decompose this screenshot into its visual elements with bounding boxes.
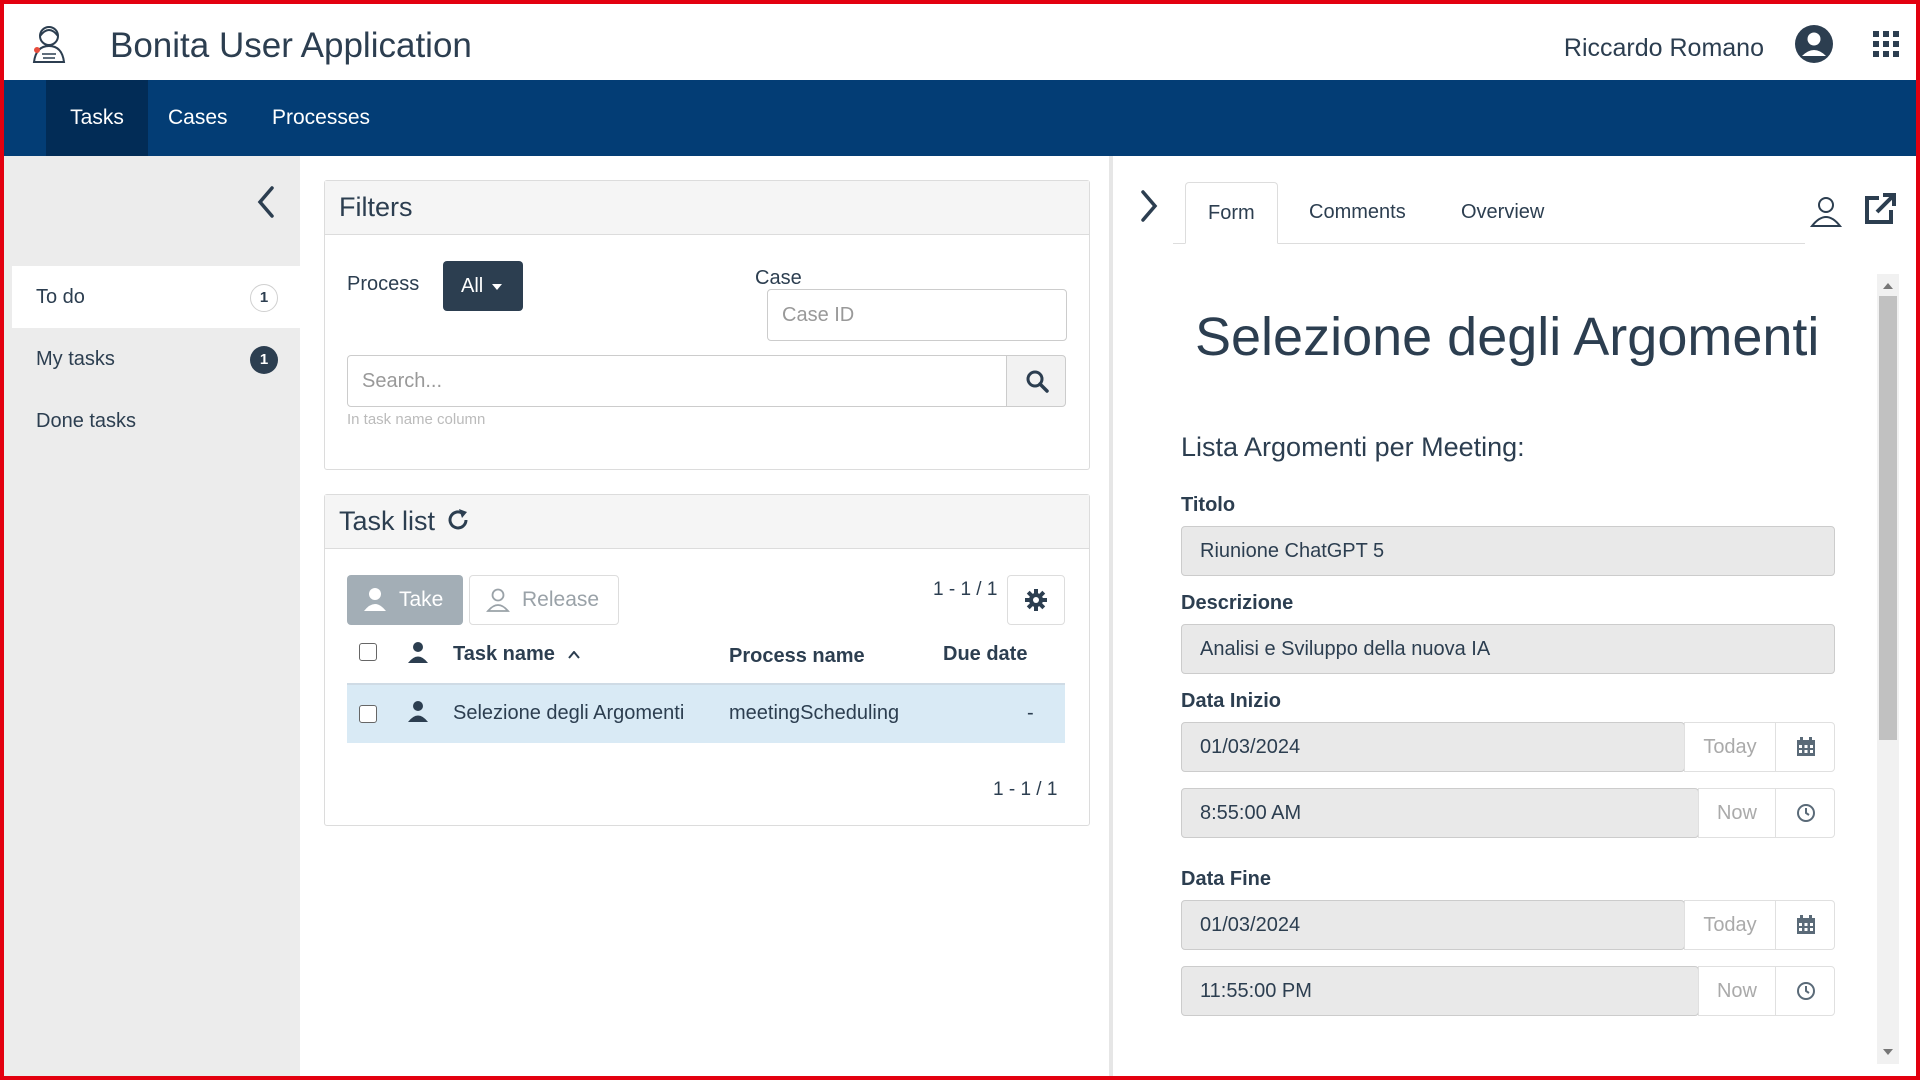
process-filter-dropdown[interactable]: All <box>443 261 523 311</box>
case-id-input[interactable]: Case ID <box>767 289 1067 341</box>
task-name-cell[interactable]: Selezione degli Argomenti <box>453 702 684 725</box>
user-account-icon[interactable] <box>1794 24 1834 64</box>
calendar-icon <box>1797 915 1815 934</box>
filters-panel: Filters Process All Case Case ID Search.… <box>324 180 1090 470</box>
caret-down-icon <box>491 283 502 290</box>
task-detail-panel: Form Comments Overview Selezione degli A… <box>1113 156 1916 1076</box>
clock-icon <box>1797 982 1815 1000</box>
col-due-date[interactable]: Due date <box>943 643 1027 666</box>
now-button[interactable]: Now <box>1698 966 1776 1016</box>
open-external-icon[interactable] <box>1863 192 1897 226</box>
app-title: Bonita User Application <box>110 26 472 65</box>
task-list-panel: Task list Take Release 1 - 1 / 1 Task na… <box>324 494 1090 826</box>
todo-count-badge: 1 <box>250 284 278 312</box>
chevron-right-icon[interactable] <box>1135 186 1163 226</box>
sidebar-item-to-do[interactable]: To do 1 <box>12 266 300 328</box>
app-header: Bonita User Application Riccardo Romano <box>4 4 1916 80</box>
refresh-icon[interactable] <box>445 507 471 533</box>
sidebar-item-my-tasks[interactable]: My tasks 1 <box>12 328 300 390</box>
scroll-up-icon[interactable] <box>1883 282 1893 290</box>
tab-form[interactable]: Form <box>1185 182 1278 244</box>
sidebar-item-done-tasks[interactable]: Done tasks <box>12 390 300 452</box>
nav-tab-processes[interactable]: Processes <box>272 80 370 156</box>
data-fine-label: Data Fine <box>1181 868 1272 890</box>
clock-button[interactable] <box>1775 966 1835 1016</box>
take-button[interactable]: Take <box>347 575 463 625</box>
case-label: Case <box>755 267 802 289</box>
calendar-button[interactable] <box>1775 722 1835 772</box>
today-button[interactable]: Today <box>1684 722 1776 772</box>
data-fine-date-field[interactable]: 01/03/2024 <box>1181 900 1685 950</box>
process-name-cell: meetingScheduling <box>729 702 900 724</box>
user-name[interactable]: Riccardo Romano <box>1564 34 1764 63</box>
select-all-checkbox[interactable] <box>359 643 377 661</box>
release-label: Release <box>522 588 600 611</box>
pager-top: 1 - 1 / 1 <box>933 579 998 600</box>
release-button[interactable]: Release <box>469 575 619 625</box>
task-list-title: Task list <box>339 506 436 536</box>
assignee-icon <box>408 642 428 663</box>
form-scrollbar[interactable] <box>1877 274 1899 1064</box>
assign-user-icon[interactable] <box>1809 194 1843 228</box>
calendar-icon <box>1797 737 1815 756</box>
col-task-name[interactable]: Task name <box>453 643 581 666</box>
search-placeholder: Search... <box>362 370 443 392</box>
nav-tab-cases[interactable]: Cases <box>168 80 228 156</box>
clock-button[interactable] <box>1775 788 1835 838</box>
form-subtitle: Lista Argomenti per Meeting: <box>1181 432 1525 462</box>
scrollbar-thumb[interactable] <box>1879 296 1897 740</box>
col-process-name[interactable]: Process name <box>729 645 865 668</box>
chevron-left-icon[interactable] <box>250 182 282 222</box>
sidebar-item-label: To do <box>36 286 85 308</box>
data-fine-time-field[interactable]: 11:55:00 PM <box>1181 966 1699 1016</box>
app-frame: Bonita User Application Riccardo Romano … <box>0 0 1920 1080</box>
case-id-placeholder: Case ID <box>782 304 855 326</box>
task-filter-sidebar: To do 1 My tasks 1 Done tasks <box>4 156 300 1076</box>
main-nav: Tasks Cases Processes <box>4 80 1916 156</box>
sort-asc-icon <box>568 650 581 659</box>
my-tasks-count-badge: 1 <box>250 346 278 374</box>
col-task-name-label: Task name <box>453 643 555 665</box>
data-inizio-label: Data Inizio <box>1181 690 1282 712</box>
process-label: Process <box>347 273 420 295</box>
settings-button[interactable] <box>1007 575 1065 625</box>
clock-icon <box>1797 804 1815 822</box>
process-filter-value: All <box>461 275 484 297</box>
apps-grid-icon[interactable] <box>1872 30 1900 58</box>
pager-bottom: 1 - 1 / 1 <box>993 779 1058 800</box>
now-button[interactable]: Now <box>1698 788 1776 838</box>
take-label: Take <box>399 588 444 611</box>
bonita-logo-icon <box>32 26 66 63</box>
due-date-cell: - <box>1027 702 1034 724</box>
task-list-header: Task list <box>325 495 1089 549</box>
row-checkbox[interactable] <box>359 705 377 723</box>
gear-icon <box>1025 589 1047 611</box>
titolo-field[interactable]: Riunione ChatGPT 5 <box>1181 526 1835 576</box>
user-icon <box>364 588 386 611</box>
assigned-user-icon <box>408 701 428 722</box>
scroll-down-icon[interactable] <box>1883 1048 1893 1056</box>
filters-title: Filters <box>325 181 1089 235</box>
search-hint: In task name column <box>347 411 486 428</box>
search-button[interactable] <box>1006 355 1066 407</box>
titolo-label: Titolo <box>1181 494 1236 516</box>
task-search-input[interactable]: Search... <box>347 355 1007 407</box>
calendar-button[interactable] <box>1775 900 1835 950</box>
nav-tab-tasks[interactable]: Tasks <box>46 80 148 156</box>
tab-overview[interactable]: Overview <box>1439 182 1566 244</box>
data-inizio-time-field[interactable]: 8:55:00 AM <box>1181 788 1699 838</box>
descrizione-label: Descrizione <box>1181 592 1294 614</box>
descrizione-field[interactable]: Analisi e Sviluppo della nuova IA <box>1181 624 1835 674</box>
user-outline-icon <box>486 588 510 612</box>
sidebar-item-label: My tasks <box>36 348 115 370</box>
sidebar-item-label: Done tasks <box>36 410 137 432</box>
search-icon <box>1026 370 1049 393</box>
table-row[interactable]: Selezione degli Argomenti meetingSchedul… <box>347 683 1065 743</box>
today-button[interactable]: Today <box>1684 900 1776 950</box>
form-title: Selezione degli Argomenti <box>1195 307 1820 367</box>
data-inizio-date-field[interactable]: 01/03/2024 <box>1181 722 1685 772</box>
tab-comments[interactable]: Comments <box>1287 182 1428 244</box>
